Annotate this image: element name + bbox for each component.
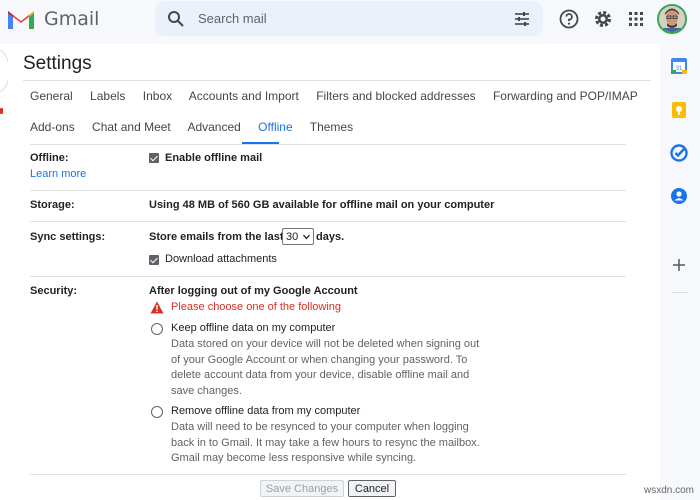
tab-general[interactable]: General [30,89,73,103]
enable-offline-checkbox[interactable] [149,153,159,163]
side-panel: 31 [660,44,700,500]
divider [30,221,626,222]
calendar-icon[interactable]: 31 [669,56,689,76]
store-emails-suffix: days. [316,231,345,243]
download-attachments-label: Download attachments [165,253,277,265]
search-options-icon[interactable] [513,10,531,28]
apps-grid-icon[interactable] [625,8,647,30]
watermark: wsxdn.com [643,485,694,496]
remove-offline-data-radio[interactable] [151,406,163,418]
storage-label: Storage: [30,199,75,211]
description-line: Data will need to be resynced to your co… [171,421,469,433]
enable-offline-label: Enable offline mail [165,152,263,164]
avatar[interactable] [657,4,687,34]
app-name: Gmail [44,8,100,30]
remove-offline-data-description: Data will need to be resynced to your co… [171,420,501,467]
plus-icon[interactable] [669,255,689,275]
description-line: save changes. [171,384,242,397]
tab-labels[interactable]: Labels [90,89,125,103]
tab-add-ons[interactable]: Add-ons [30,120,75,134]
description-line: back in to Gmail. It may take a few hour… [171,436,480,449]
chevron-down-icon [303,234,310,240]
security-heading: After logging out of my Google Account [149,285,358,297]
divider [30,190,626,191]
divider [30,474,626,475]
download-attachments-checkbox[interactable] [149,255,159,265]
sync-days-select[interactable]: 30 [282,228,314,245]
description-line: Data stored on your device will not be d… [171,338,480,350]
page-title: Settings [23,53,92,74]
keep-offline-data-description: Data stored on your device will not be d… [171,337,501,399]
sync-days-value: 30 [286,231,299,243]
divider [23,80,651,81]
cancel-button[interactable]: Cancel [348,480,396,497]
tab-forwarding[interactable]: Forwarding and POP/IMAP [493,89,638,103]
sync-settings-label: Sync settings: [30,231,106,243]
offline-label: Offline: [30,152,69,164]
top-bar: Gmail Search mail [0,0,700,44]
search-bar[interactable]: Search mail [155,1,543,36]
search-icon[interactable] [167,10,185,28]
search-input[interactable]: Search mail [198,11,267,26]
learn-more-link[interactable]: Learn more [30,168,86,180]
gear-icon[interactable] [592,8,614,30]
avatar-face-icon [659,6,685,32]
contacts-icon[interactable] [669,186,689,206]
gmail-logo[interactable]: Gmail [6,6,116,32]
warning-message: Please choose one of the following [171,301,342,313]
divider [30,144,626,145]
remove-offline-data-label: Remove offline data from my computer [171,405,361,417]
svg-text:31: 31 [676,66,683,72]
tab-accounts-and-import[interactable]: Accounts and Import [189,89,299,103]
gmail-m-icon [8,11,34,29]
save-changes-button[interactable]: Save Changes [260,480,344,497]
keep-offline-data-radio[interactable] [151,323,163,335]
tabs-row-2: Add-ons Chat and Meet Advanced Offline T… [30,120,367,134]
unread-indicator [0,108,3,114]
tab-inbox[interactable]: Inbox [143,89,172,103]
description-line: of your Google Account or when changing … [171,353,468,366]
settings-panel: Settings General Labels Inbox Accounts a… [8,44,660,500]
tab-filters[interactable]: Filters and blocked addresses [316,89,475,103]
tab-advanced[interactable]: Advanced [187,120,240,134]
keep-icon[interactable] [669,100,689,120]
tab-themes[interactable]: Themes [310,120,353,134]
help-icon[interactable] [558,8,580,30]
tab-offline[interactable]: Offline [258,120,292,134]
tab-chat-and-meet[interactable]: Chat and Meet [92,120,171,134]
description-line: Gmail may become less responsive while s… [171,452,417,464]
description-line: delete account data from your device, di… [171,369,470,381]
divider [672,292,688,293]
keep-offline-data-label: Keep offline data on my computer [171,322,336,334]
divider [30,276,626,277]
storage-value: Using 48 MB of 560 GB available for offl… [149,199,495,211]
tasks-icon[interactable] [669,143,689,163]
tabs-row-1: General Labels Inbox Accounts and Import… [30,89,652,103]
security-label: Security: [30,285,78,297]
warning-icon [150,301,164,314]
store-emails-prefix: Store emails from the last [149,231,284,243]
